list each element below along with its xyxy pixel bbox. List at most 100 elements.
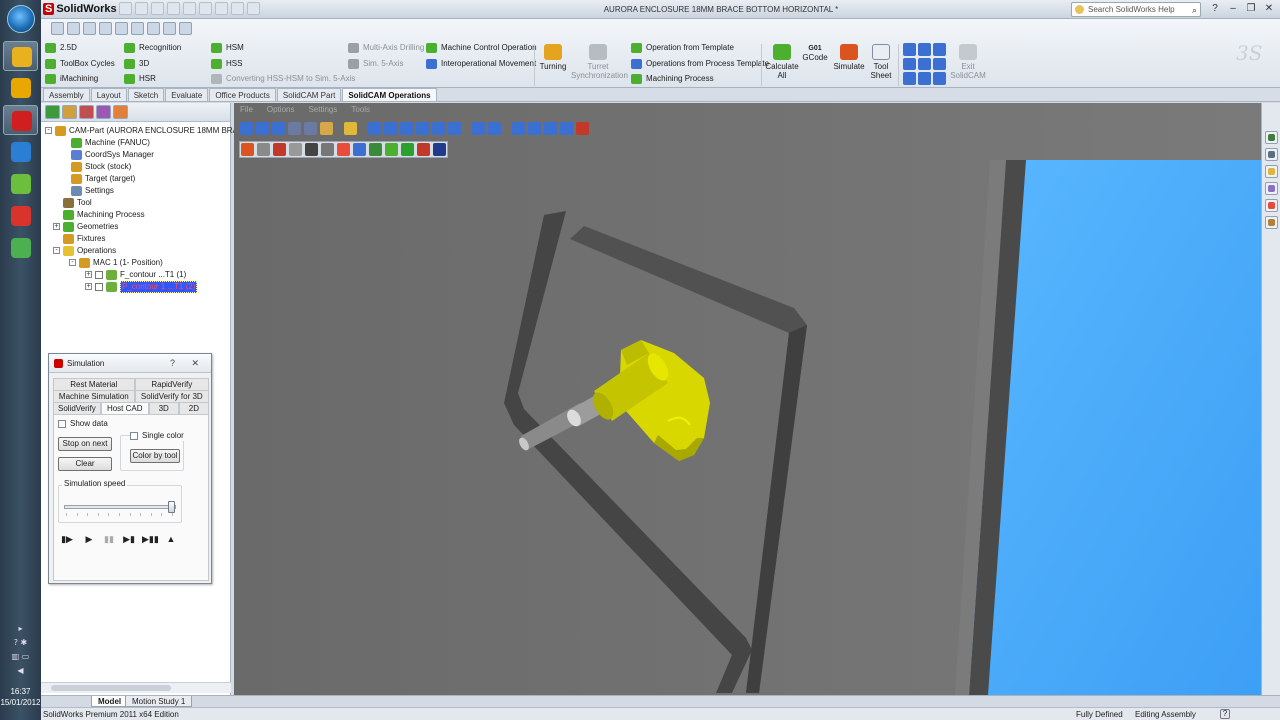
new-icon[interactable] xyxy=(119,2,132,15)
show-data-checkbox[interactable]: Show data xyxy=(58,419,108,429)
expand-toggle[interactable]: + xyxy=(53,223,60,230)
clear-button[interactable]: Clear xyxy=(58,457,112,471)
tab-host-cad[interactable]: Host CAD xyxy=(100,402,149,414)
tree-item[interactable]: - MAC 1 (1- Position) xyxy=(41,257,231,269)
command-button[interactable]: HSM xyxy=(211,41,244,55)
clock[interactable]: 16:37 15/01/2012 xyxy=(0,686,41,708)
view-icon[interactable] xyxy=(933,57,946,71)
view-tool-icon[interactable] xyxy=(368,122,381,135)
restore-button[interactable]: ❐ xyxy=(1244,2,1258,16)
select-icon[interactable] xyxy=(215,2,228,15)
options-icon[interactable] xyxy=(247,2,260,15)
sim-tool-icon[interactable] xyxy=(385,143,398,156)
tree-item[interactable]: + Geometries xyxy=(41,221,231,233)
tab-rest-material[interactable]: Rest Material xyxy=(53,378,135,390)
tray-row[interactable]: ? ✱ xyxy=(0,636,41,650)
taskbar-app[interactable] xyxy=(3,233,38,263)
print-icon[interactable] xyxy=(167,2,180,15)
expand-toggle[interactable]: - xyxy=(69,259,76,266)
turret-sync-button[interactable]: Turret Synchronization xyxy=(571,44,628,80)
sim-tool-icon[interactable] xyxy=(273,143,286,156)
cm-tab[interactable]: SolidCAM Part xyxy=(276,88,342,101)
command-button[interactable]: Operations from Process Template xyxy=(631,57,769,71)
sim-tool-icon[interactable] xyxy=(369,143,382,156)
undo-icon[interactable] xyxy=(183,2,196,15)
toolbar-icon[interactable] xyxy=(67,22,80,35)
help-menu-icon[interactable]: ? xyxy=(1208,2,1222,16)
taskbar-app[interactable] xyxy=(3,41,38,71)
status-help-icon[interactable]: ? xyxy=(1220,709,1230,719)
converting-hss-hsm-button[interactable]: Converting HSS-HSM to Sim. 5-Axis xyxy=(211,72,355,86)
sim-tool-icon[interactable] xyxy=(305,143,318,156)
file-explorer-icon[interactable] xyxy=(1265,165,1278,178)
view-tool-icon[interactable] xyxy=(560,122,573,135)
rebuild-icon[interactable] xyxy=(231,2,244,15)
expand-toggle[interactable]: - xyxy=(45,127,52,134)
view-tool-icon[interactable] xyxy=(512,122,525,135)
toolbar-icon[interactable] xyxy=(163,22,176,35)
command-button[interactable]: 3D xyxy=(124,57,149,71)
suppress-checkbox[interactable] xyxy=(95,271,103,279)
tree-item[interactable]: + F_contour ...T1 (1) xyxy=(41,269,231,281)
suppress-checkbox[interactable] xyxy=(95,283,103,291)
view-tool-icon[interactable] xyxy=(544,122,557,135)
toolbar-icon[interactable] xyxy=(83,22,96,35)
tree-item[interactable]: - Operations xyxy=(41,245,231,257)
config-tab-icon[interactable] xyxy=(79,105,94,119)
feature-tree-tab-icon[interactable] xyxy=(45,105,60,119)
cm-tab[interactable]: Layout xyxy=(90,88,127,101)
view-tool-icon[interactable] xyxy=(472,122,485,135)
toolbar-icon[interactable] xyxy=(147,22,160,35)
step-back-icon[interactable]: ▮▶ xyxy=(60,533,74,545)
view-tool-icon[interactable] xyxy=(288,122,301,135)
menu-options[interactable]: Options xyxy=(267,105,295,114)
view-tool-icon[interactable] xyxy=(240,122,253,135)
taskbar-app[interactable] xyxy=(3,201,38,231)
command-button[interactable]: HSS xyxy=(211,57,242,71)
cm-tab[interactable]: Office Products xyxy=(209,88,276,101)
view-tool-icon[interactable] xyxy=(432,122,445,135)
cm-tab[interactable]: Evaluate xyxy=(165,88,209,101)
tree-item[interactable]: Target (target) xyxy=(41,173,231,185)
speed-slider-thumb[interactable] xyxy=(168,501,175,513)
tree-item[interactable]: CoordSys Manager xyxy=(41,149,231,161)
view-tool-icon[interactable] xyxy=(488,122,501,135)
command-button[interactable]: Machining Process xyxy=(631,72,714,86)
tab-motion-study[interactable]: Motion Study 1 xyxy=(125,696,193,707)
view-tool-icon[interactable] xyxy=(320,122,333,135)
taskbar-app[interactable] xyxy=(3,169,38,199)
view-icon[interactable] xyxy=(903,57,916,71)
sim-tool-icon[interactable] xyxy=(257,143,270,156)
taskbar-app[interactable] xyxy=(3,137,38,167)
view-tool-icon[interactable] xyxy=(384,122,397,135)
view-icon[interactable] xyxy=(918,57,931,71)
play-icon[interactable]: ▶ xyxy=(82,533,96,545)
scroll-thumb[interactable] xyxy=(51,685,171,691)
volume-icon[interactable]: ◀ xyxy=(0,664,41,678)
taskbar-app[interactable] xyxy=(3,73,38,103)
sim-tool-icon[interactable] xyxy=(401,143,414,156)
calculate-all-button[interactable]: Calculate All xyxy=(764,44,800,80)
sim-tool-icon[interactable] xyxy=(289,143,302,156)
view-tool-icon[interactable] xyxy=(272,122,285,135)
expand-toggle[interactable]: - xyxy=(53,247,60,254)
redo-icon[interactable] xyxy=(199,2,212,15)
sim-tool-icon[interactable] xyxy=(337,143,350,156)
cm-tab[interactable]: SolidCAM Operations xyxy=(342,88,437,101)
view-icon[interactable] xyxy=(903,72,916,85)
single-color-checkbox[interactable]: Single color xyxy=(130,431,186,441)
menu-tools[interactable]: Tools xyxy=(351,105,370,114)
view-icon[interactable] xyxy=(918,72,931,85)
tree-item[interactable]: Fixtures xyxy=(41,233,231,245)
expand-toggle[interactable]: + xyxy=(85,283,92,290)
sim-tool-icon[interactable] xyxy=(353,143,366,156)
solidworks-logo[interactable]: S SolidWorks xyxy=(43,2,117,17)
toolbar-icon[interactable] xyxy=(179,22,192,35)
exit-solidcam-button[interactable]: Exit SolidCAM xyxy=(950,44,986,80)
view-icon[interactable] xyxy=(903,43,916,56)
menu-settings[interactable]: Settings xyxy=(308,105,337,114)
menu-file[interactable]: File xyxy=(240,105,253,114)
sim-tool-icon[interactable] xyxy=(241,143,254,156)
command-button[interactable]: Multi-Axis Drilling xyxy=(348,41,424,55)
expand-toggle[interactable]: + xyxy=(85,271,92,278)
